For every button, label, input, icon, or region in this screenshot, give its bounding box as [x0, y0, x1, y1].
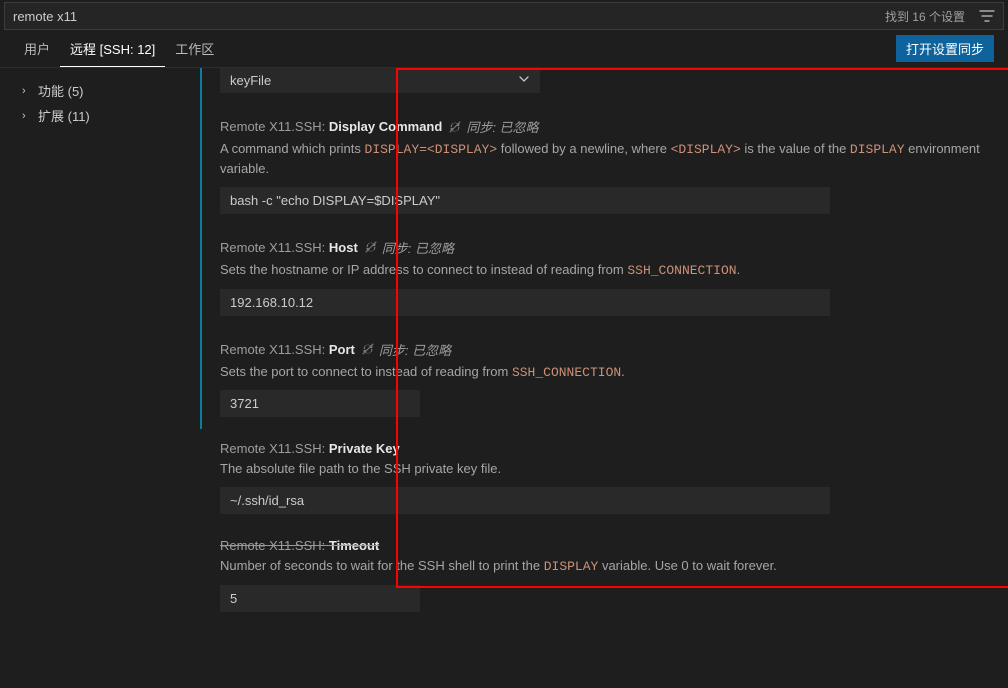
private-key-input[interactable]: [220, 487, 830, 514]
setting-title: Remote X11.SSH: Timeout: [220, 538, 986, 553]
auth-method-select[interactable]: keyFile: [220, 68, 540, 93]
sync-ignored-text: 同步: 已忽略: [379, 340, 451, 359]
setting-name: Display Command: [329, 119, 442, 134]
timeout-input[interactable]: [220, 585, 420, 612]
setting-title: Remote X11.SSH: Private Key: [220, 441, 986, 456]
settings-search-bar: 找到 16 个设置: [4, 2, 1004, 30]
settings-scope-tabs: 用户 远程 [SSH: 12] 工作区 打开设置同步: [0, 30, 1008, 68]
setting-host: Remote X11.SSH: Host 同步: 已忽略 Sets the ho…: [200, 226, 994, 328]
setting-name: Host: [329, 240, 358, 255]
setting-prefix: Remote X11.SSH:: [220, 538, 325, 553]
sync-ignored-badge: 同步: 已忽略: [364, 238, 454, 257]
host-input[interactable]: [220, 289, 830, 316]
sync-ignored-text: 同步: 已忽略: [466, 117, 538, 136]
setting-description: Sets the hostname or IP address to conne…: [220, 261, 986, 281]
sidebar-item-label: 扩展 (11): [38, 106, 90, 125]
sync-ignored-icon: [364, 240, 378, 254]
chevron-right-icon: ›: [22, 110, 34, 122]
setting-title: Remote X11.SSH: Port 同步: 已忽略: [220, 340, 986, 359]
settings-search-input[interactable]: [5, 3, 885, 29]
sidebar-item-features[interactable]: › 功能 (5): [4, 78, 196, 103]
setting-auth-method: . keyFile: [200, 68, 994, 105]
setting-title: Remote X11.SSH: Host 同步: 已忽略: [220, 238, 986, 257]
setting-name: Private Key: [329, 441, 400, 456]
tab-remote[interactable]: 远程 [SSH: 12]: [60, 31, 165, 67]
display-command-input[interactable]: [220, 187, 830, 214]
setting-prefix: Remote X11.SSH:: [220, 342, 325, 357]
sync-ignored-icon: [361, 342, 375, 356]
setting-name: Port: [329, 342, 355, 357]
setting-description: A command which prints DISPLAY=<DISPLAY>…: [220, 140, 986, 179]
sync-ignored-badge: 同步: 已忽略: [361, 340, 451, 359]
setting-title: Remote X11.SSH: Display Command 同步: 已忽略: [220, 117, 986, 136]
settings-content: . keyFile Remote X11.SSH: Display Comman…: [200, 68, 1008, 686]
sidebar-item-extensions[interactable]: › 扩展 (11): [4, 103, 196, 128]
chevron-down-icon: [518, 73, 530, 88]
setting-description: The absolute file path to the SSH privat…: [220, 460, 986, 479]
settings-toc-sidebar: › 功能 (5) › 扩展 (11): [0, 68, 200, 686]
chevron-right-icon: ›: [22, 85, 34, 97]
sidebar-item-label: 功能 (5): [38, 81, 84, 100]
setting-name: Timeout: [329, 538, 379, 553]
search-result-count: 找到 16 个设置: [885, 8, 971, 25]
setting-private-key: Remote X11.SSH: Private Key The absolute…: [200, 429, 994, 526]
tab-user[interactable]: 用户: [14, 31, 60, 66]
sync-ignored-text: 同步: 已忽略: [382, 238, 454, 257]
filter-icon[interactable]: [971, 3, 1003, 29]
setting-display-command: Remote X11.SSH: Display Command 同步: 已忽略 …: [200, 105, 994, 226]
tab-workspace[interactable]: 工作区: [165, 31, 224, 66]
setting-description: Number of seconds to wait for the SSH sh…: [220, 557, 986, 577]
select-value: keyFile: [230, 73, 271, 88]
setting-prefix: Remote X11.SSH:: [220, 441, 325, 456]
setting-timeout: Remote X11.SSH: Timeout Number of second…: [200, 526, 994, 624]
sync-ignored-badge: 同步: 已忽略: [448, 117, 538, 136]
setting-description: Sets the port to connect to instead of r…: [220, 363, 986, 383]
open-settings-sync-button[interactable]: 打开设置同步: [896, 35, 994, 62]
sync-ignored-icon: [448, 120, 462, 134]
setting-port: Remote X11.SSH: Port 同步: 已忽略 Sets the po…: [200, 328, 994, 430]
port-input[interactable]: [220, 390, 420, 417]
setting-prefix: Remote X11.SSH:: [220, 240, 325, 255]
setting-prefix: Remote X11.SSH:: [220, 119, 325, 134]
